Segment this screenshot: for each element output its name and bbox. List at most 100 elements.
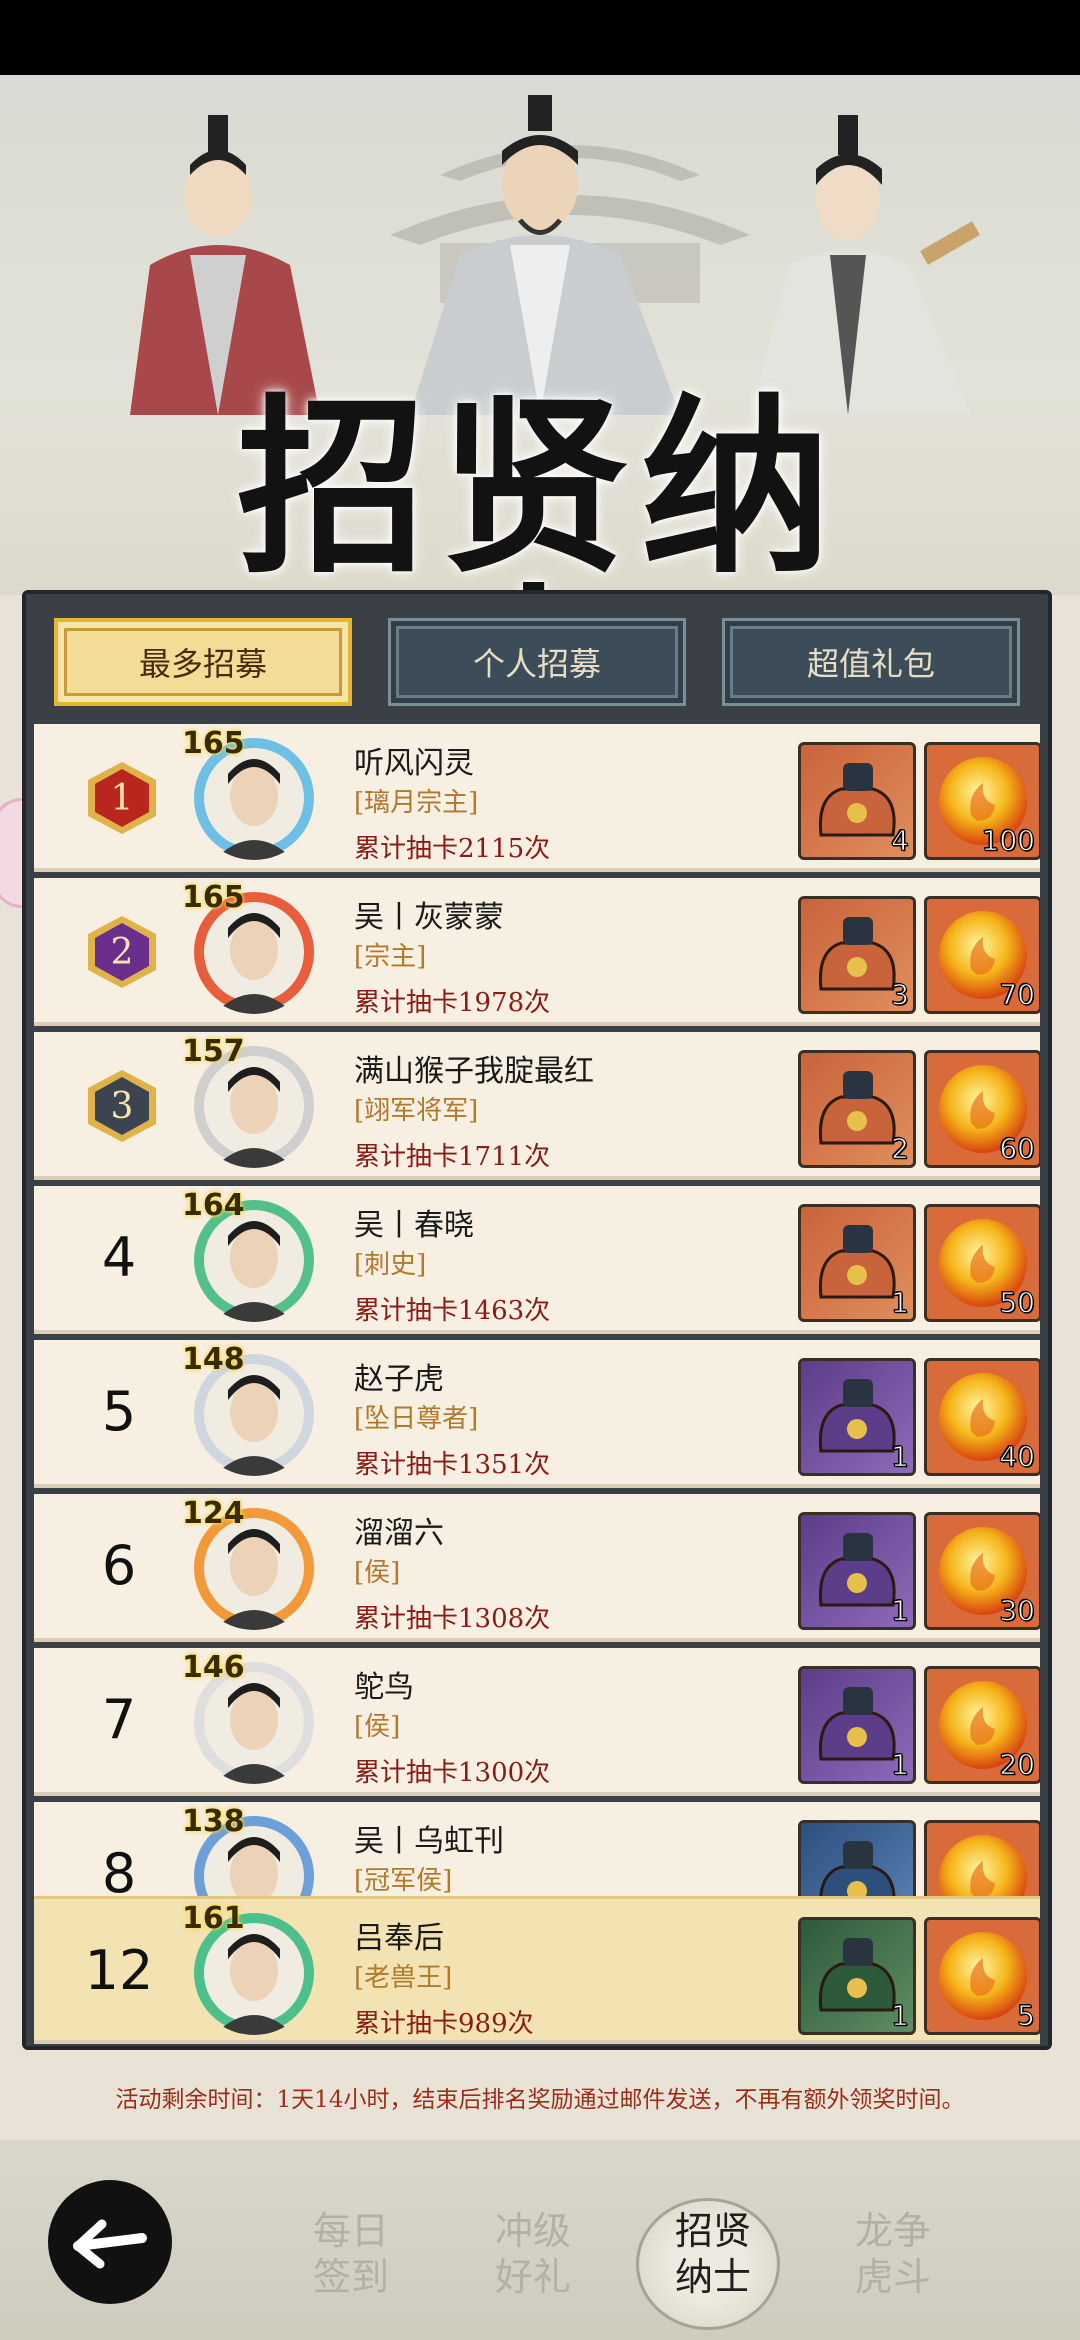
tab-personal-recruit[interactable]: 个人招募 — [388, 618, 686, 706]
tab-most-recruit[interactable]: 最多招募 — [54, 618, 352, 706]
nav-recruit-event[interactable]: 招贤 纳士 — [658, 2208, 768, 2300]
nav-label-line2: 纳士 — [674, 2255, 751, 2299]
nav-label-line1: 招贤 — [674, 2209, 751, 2253]
reward-fire-orb[interactable]: 100 — [924, 742, 1040, 860]
player-name: 吴丨灰蒙蒙 — [354, 900, 504, 935]
player-title: [刺史] — [354, 1250, 427, 1280]
nav-label-line1: 冲级 — [494, 2209, 571, 2253]
reward-quantity: 5 — [1017, 1999, 1036, 2033]
player-name: 吕奉后 — [354, 1921, 444, 1956]
player-name: 赵子虎 — [354, 1362, 444, 1397]
draw-count: 累计抽卡1463次 — [354, 1296, 551, 1326]
back-arrow-icon — [73, 2219, 147, 2269]
rank-medal-number: 2 — [111, 932, 134, 973]
my-rank-row[interactable]: 12 161 吕奉后 [老兽王] 累计抽卡989次 1 5 — [34, 1896, 1040, 2044]
draw-count: 累计抽卡1308次 — [354, 1604, 551, 1634]
reward-fire-orb[interactable]: 20 — [924, 1666, 1040, 1784]
rank-number: 5 — [101, 1380, 137, 1443]
reward-treasure-bag[interactable]: 3 — [798, 896, 916, 1014]
draw-count: 累计抽卡2115次 — [354, 834, 551, 864]
player-name: 吴丨乌虹刊 — [354, 1824, 504, 1859]
rank-medal-icon: 2 — [88, 916, 156, 988]
rank-number: 4 — [101, 1226, 137, 1289]
reward-quantity: 2 — [891, 1132, 910, 1166]
reward-fire-orb[interactable]: 70 — [924, 896, 1040, 1014]
draw-count: 累计抽卡989次 — [354, 2009, 534, 2039]
rank-medal-icon: 1 — [88, 762, 156, 834]
rank-number: 7 — [101, 1688, 137, 1751]
reward-quantity: 3 — [891, 978, 910, 1012]
rank-medal-icon: 3 — [88, 1070, 156, 1142]
reward-treasure-bag[interactable]: 1 — [798, 1358, 916, 1476]
reward-treasure-bag[interactable]: 1 — [798, 1204, 916, 1322]
player-level: 161 — [182, 1901, 245, 1936]
reward-quantity: 1 — [891, 1748, 910, 1782]
rank-number: 12 — [84, 1939, 154, 2002]
bottom-nav: 每日 签到 冲级 好礼 招贤 纳士 龙争 虎斗 — [0, 2140, 1080, 2340]
ranking-row[interactable]: 6 124 溜溜六 [侯] 累计抽卡1308次 1 30 — [34, 1494, 1040, 1642]
reward-quantity: 1 — [891, 1286, 910, 1320]
ranking-row[interactable]: 1 165 听风闪灵 [璃月宗主] 累计抽卡2115次 4 100 — [34, 724, 1040, 872]
reward-quantity: 1 — [891, 1999, 910, 2033]
reward-fire-orb[interactable]: 30 — [924, 1512, 1040, 1630]
reward-quantity: 40 — [999, 1440, 1036, 1474]
reward-treasure-bag[interactable]: 1 — [798, 1917, 916, 2035]
player-level: 165 — [182, 880, 245, 915]
reward-fire-orb[interactable]: 60 — [924, 1050, 1040, 1168]
player-level: 164 — [182, 1188, 245, 1223]
ranking-row[interactable]: 3 157 满山猴子我腚最红 [翊军将军] 累计抽卡1711次 2 60 — [34, 1032, 1040, 1180]
ranking-row[interactable]: 4 164 吴丨春晓 [刺史] 累计抽卡1463次 1 50 — [34, 1186, 1040, 1334]
nav-level-gift[interactable]: 冲级 好礼 — [478, 2208, 588, 2300]
reward-fire-orb[interactable]: 5 — [924, 1917, 1040, 2035]
player-title: [侯] — [354, 1558, 401, 1588]
nav-label-line2: 虎斗 — [854, 2255, 931, 2299]
player-level: 124 — [182, 1496, 245, 1531]
player-name: 鸵鸟 — [354, 1670, 414, 1705]
tab-value-pack[interactable]: 超值礼包 — [722, 618, 1020, 706]
reward-treasure-bag[interactable]: 2 — [798, 1050, 916, 1168]
reward-fire-orb[interactable]: 50 — [924, 1204, 1040, 1322]
rank-medal-number: 1 — [111, 778, 134, 819]
ranking-list[interactable]: 1 165 听风闪灵 [璃月宗主] 累计抽卡2115次 4 100 2 165 … — [34, 724, 1040, 2044]
ranking-panel: 最多招募 个人招募 超值礼包 1 165 听风闪灵 [璃月宗主] 累计抽卡211… — [22, 590, 1052, 2050]
reward-quantity: 100 — [981, 824, 1035, 858]
draw-count: 累计抽卡1351次 — [354, 1450, 551, 1480]
tab-bar: 最多招募 个人招募 超值礼包 — [26, 594, 1048, 712]
ranking-row[interactable]: 2 165 吴丨灰蒙蒙 [宗主] 累计抽卡1978次 3 70 — [34, 878, 1040, 1026]
player-title: [侯] — [354, 1712, 401, 1742]
draw-count: 累计抽卡1300次 — [354, 1758, 551, 1788]
player-level: 157 — [182, 1034, 245, 1069]
reward-treasure-bag[interactable]: 1 — [798, 1512, 916, 1630]
reward-treasure-bag[interactable]: 1 — [798, 1666, 916, 1784]
nav-label-line1: 每日 — [312, 2209, 389, 2253]
draw-count: 累计抽卡1711次 — [354, 1142, 551, 1172]
banner-title: 招贤纳士 — [236, 376, 843, 596]
hero-figure-left — [130, 115, 320, 415]
event-banner: 招贤纳士 — [0, 75, 1080, 595]
player-name: 溜溜六 — [354, 1516, 444, 1551]
event-notice: 活动剩余时间：1天14小时，结束后排名奖励通过邮件发送，不再有额外领奖时间。 — [115, 2087, 965, 2113]
ranking-row[interactable]: 7 146 鸵鸟 [侯] 累计抽卡1300次 1 20 — [34, 1648, 1040, 1796]
player-level: 148 — [182, 1342, 245, 1377]
rank-number: 6 — [101, 1534, 137, 1597]
reward-quantity: 1 — [891, 1440, 910, 1474]
reward-quantity: 4 — [891, 824, 910, 858]
reward-fire-orb[interactable]: 40 — [924, 1358, 1040, 1476]
nav-label-line1: 龙争 — [854, 2209, 931, 2253]
player-title: [宗主] — [354, 942, 427, 972]
hero-figure-right — [750, 115, 980, 415]
reward-quantity: 1 — [891, 1594, 910, 1628]
player-title: [翊军将军] — [354, 1096, 479, 1126]
nav-daily-signin[interactable]: 每日 签到 — [296, 2208, 406, 2300]
player-title: [璃月宗主] — [354, 788, 479, 818]
nav-label-line2: 好礼 — [494, 2255, 571, 2299]
ranking-row[interactable]: 5 148 赵子虎 [坠日尊者] 累计抽卡1351次 1 40 — [34, 1340, 1040, 1488]
player-name: 听风闪灵 — [354, 746, 474, 781]
draw-count: 累计抽卡1978次 — [354, 988, 551, 1018]
nav-dragon-tiger[interactable]: 龙争 虎斗 — [838, 2208, 948, 2300]
reward-treasure-bag[interactable]: 4 — [798, 742, 916, 860]
reward-quantity: 50 — [999, 1286, 1036, 1320]
back-button[interactable] — [48, 2180, 172, 2304]
reward-quantity: 70 — [999, 978, 1036, 1012]
reward-quantity: 20 — [999, 1748, 1036, 1782]
